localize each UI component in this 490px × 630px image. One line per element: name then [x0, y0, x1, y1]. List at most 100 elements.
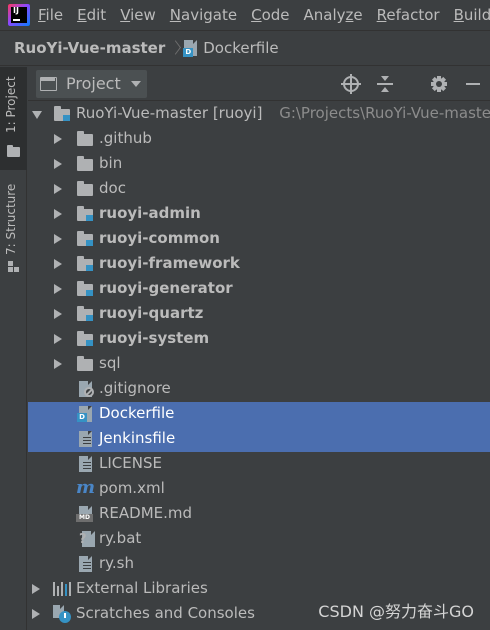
folder-icon: [77, 155, 95, 173]
tree-item-label: doc: [99, 179, 126, 197]
breadcrumb-file[interactable]: Dockerfile: [203, 39, 278, 57]
folder-icon: [77, 355, 95, 373]
tree-item-label: ry.bat: [99, 529, 142, 547]
folder-icon: [77, 180, 95, 198]
hide-toolwindow-button[interactable]: [456, 67, 490, 101]
tree-item-ruoyi-quartz[interactable]: ruoyi-quartz: [28, 302, 490, 327]
unknown-file-icon: ?: [77, 530, 95, 548]
tree-item-label: ruoyi-system: [99, 329, 210, 347]
tree-item-ruoyi-generator[interactable]: ruoyi-generator: [28, 277, 490, 302]
tree-item-ry-bat[interactable]: ? ry.bat: [28, 527, 490, 552]
tree-item-readme[interactable]: MD README.md: [28, 502, 490, 527]
collapsed-arrow-icon: [54, 259, 62, 269]
collapsed-arrow-icon: [54, 359, 62, 369]
tree-item-label: .github: [99, 129, 152, 147]
dockerfile-icon: D: [77, 405, 95, 423]
tree-item-dockerfile[interactable]: D Dockerfile: [28, 402, 490, 427]
caret-down-icon: [130, 80, 141, 87]
tree-item-label: sql: [99, 354, 121, 372]
project-tree: RuoYi-Vue-master [ruoyi] G:\Projects\Ruo…: [28, 102, 490, 630]
tree-item-label: ry.sh: [99, 554, 134, 572]
collapsed-arrow-icon: [32, 584, 40, 594]
project-tool-label: 1: Project: [4, 76, 18, 133]
tree-item-label: pom.xml: [99, 479, 165, 497]
collapse-all-icon: [377, 76, 393, 92]
menu-file[interactable]: File: [38, 6, 63, 24]
root-label: RuoYi-Vue-master [ruoyi]: [76, 104, 263, 122]
collapsed-arrow-icon: [54, 234, 62, 244]
collapsed-arrow-icon: [54, 309, 62, 319]
menu-code[interactable]: Code: [251, 6, 289, 24]
menu-view[interactable]: View: [120, 6, 156, 24]
collapsed-arrow-icon: [54, 184, 62, 194]
collapsed-arrow-icon: [32, 609, 40, 619]
settings-button[interactable]: [422, 67, 456, 101]
project-tool-button[interactable]: 1: Project: [0, 67, 27, 170]
tree-item-doc[interactable]: doc: [28, 177, 490, 202]
tree-item-bin[interactable]: bin: [28, 152, 490, 177]
tree-item-license[interactable]: LICENSE: [28, 452, 490, 477]
tree-item-ruoyi-common[interactable]: ruoyi-common: [28, 227, 490, 252]
minimize-icon: [466, 83, 480, 85]
tree-item-gitignore[interactable]: .gitignore: [28, 377, 490, 402]
menu-analyze[interactable]: Analyze: [304, 6, 363, 24]
tree-item-label: Jenkinsfile: [99, 429, 176, 447]
menu-bar: IJ File Edit View Navigate Code Analyze …: [0, 0, 490, 30]
collapsed-arrow-icon: [54, 284, 62, 294]
project-window-icon: [40, 76, 58, 92]
structure-icon: [8, 261, 20, 273]
left-tool-stripe: 1: Project 7: Structure: [0, 67, 27, 630]
module-folder-icon: [77, 255, 95, 273]
menu-edit[interactable]: Edit: [77, 6, 106, 24]
project-toolwindow-header: Project: [28, 67, 490, 101]
tree-item-label: Dockerfile: [99, 404, 175, 422]
tree-item-ruoyi-system[interactable]: ruoyi-system: [28, 327, 490, 352]
tree-item-sql[interactable]: sql: [28, 352, 490, 377]
toolwindow-title: Project: [66, 74, 121, 93]
module-folder-icon: [54, 105, 72, 123]
dockerfile-icon: D: [183, 39, 199, 57]
module-folder-icon: [77, 230, 95, 248]
menu-navigate[interactable]: Navigate: [170, 6, 237, 24]
tree-root[interactable]: RuoYi-Vue-master [ruoyi] G:\Projects\Ruo…: [28, 102, 490, 127]
menu-build[interactable]: Build: [454, 6, 490, 24]
tree-item-ry-sh[interactable]: ry.sh: [28, 552, 490, 577]
folder-icon: [77, 130, 95, 148]
structure-tool-button[interactable]: 7: Structure: [0, 175, 27, 285]
root-path: G:\Projects\RuoYi-Vue-master: [279, 104, 490, 122]
collapsed-arrow-icon: [54, 134, 62, 144]
structure-tool-label: 7: Structure: [4, 183, 18, 255]
breadcrumb-project[interactable]: RuoYi-Vue-master: [14, 39, 165, 57]
scratches-icon: [53, 605, 71, 623]
breadcrumb: RuoYi-Vue-master D Dockerfile: [0, 30, 490, 66]
tree-item-label: ruoyi-quartz: [99, 304, 204, 322]
chevron-right-icon: [171, 38, 179, 58]
tree-item-label: README.md: [99, 504, 193, 522]
collapsed-arrow-icon: [54, 159, 62, 169]
project-view-selector[interactable]: Project: [36, 69, 147, 98]
tree-item-label: LICENSE: [99, 454, 162, 472]
tree-item-ruoyi-framework[interactable]: ruoyi-framework: [28, 252, 490, 277]
text-file-icon: [77, 455, 95, 473]
intellij-logo-icon: IJ: [8, 4, 30, 26]
tree-item-github[interactable]: .github: [28, 127, 490, 152]
collapsed-arrow-icon: [54, 209, 62, 219]
tree-item-pom-xml[interactable]: m pom.xml: [28, 477, 490, 502]
collapse-all-button[interactable]: [368, 67, 402, 101]
menu-refactor[interactable]: Refactor: [377, 6, 440, 24]
watermark: CSDN @努力奋斗GO: [318, 602, 474, 621]
tree-item-label: ruoyi-admin: [99, 204, 201, 222]
module-folder-icon: [77, 305, 95, 323]
markdown-file-icon: MD: [76, 505, 94, 523]
module-folder-icon: [77, 205, 95, 223]
tree-item-label: bin: [99, 154, 123, 172]
locate-file-button[interactable]: [334, 67, 368, 101]
tree-item-label: ruoyi-common: [99, 229, 220, 247]
maven-icon: m: [76, 477, 96, 498]
tree-item-label: Scratches and Consoles: [76, 604, 255, 622]
tree-item-jenkinsfile[interactable]: Jenkinsfile: [28, 427, 490, 452]
collapsed-arrow-icon: [54, 334, 62, 344]
tree-item-ruoyi-admin[interactable]: ruoyi-admin: [28, 202, 490, 227]
folder-icon: [7, 145, 20, 157]
tree-item-label: ruoyi-generator: [99, 279, 233, 297]
